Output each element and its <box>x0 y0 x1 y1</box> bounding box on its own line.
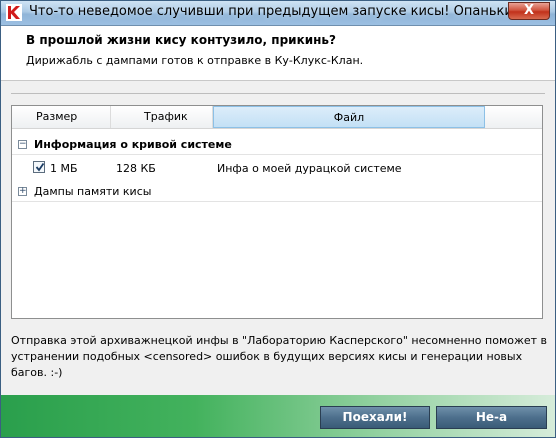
column-header-traffic[interactable]: Трафик <box>111 106 213 128</box>
send-button[interactable]: Поехали! <box>320 406 430 429</box>
button-bar: Поехали! Не-а <box>1 395 555 437</box>
collapse-icon[interactable]: − <box>18 140 27 149</box>
group-label: Информация о кривой системе <box>34 138 232 151</box>
list-item[interactable]: 1 МБ 128 КБ Инфа о моей дурацкой системе <box>12 158 542 178</box>
column-header-size[interactable]: Размер <box>12 106 111 128</box>
expand-icon[interactable]: + <box>18 187 27 196</box>
group-system-info[interactable]: − Информация о кривой системе <box>12 135 542 155</box>
footer-description: Отправка этой архиважнецкой инфы в "Лабо… <box>11 334 548 379</box>
window-title: Что-то неведомое случивши при предыдущем… <box>29 4 519 19</box>
report-list[interactable]: Размер Трафик Файл − Информация о кривой… <box>11 105 543 319</box>
header-title: В прошлой жизни кису контузило, прикинь? <box>26 33 336 47</box>
dialog-window: Что-то неведомое случивши при предыдущем… <box>0 0 556 438</box>
title-bar[interactable]: Что-то неведомое случивши при предыдущем… <box>1 1 555 26</box>
kaspersky-k-icon <box>6 4 22 21</box>
close-button[interactable]: X <box>508 2 550 20</box>
decline-button[interactable]: Не-а <box>436 406 547 429</box>
item-size: 1 МБ <box>50 162 78 175</box>
include-checkbox[interactable] <box>33 161 45 173</box>
checkmark-icon <box>35 162 45 172</box>
group-underline <box>12 154 542 155</box>
item-file: Инфа о моей дурацкой системе <box>217 162 402 175</box>
group-memory-dumps[interactable]: + Дампы памяти кисы <box>12 182 542 202</box>
column-headers: Размер Трафик Файл <box>12 106 542 129</box>
dialog-header: В прошлой жизни кису контузило, прикинь?… <box>1 26 555 81</box>
column-header-file[interactable]: Файл <box>213 106 485 128</box>
item-traffic: 128 КБ <box>116 162 156 175</box>
group-label: Дампы памяти кисы <box>34 185 152 198</box>
group-underline <box>12 201 542 202</box>
divider <box>11 93 545 94</box>
header-subtitle: Дирижабль с дампами готов к отправке в К… <box>26 54 364 67</box>
